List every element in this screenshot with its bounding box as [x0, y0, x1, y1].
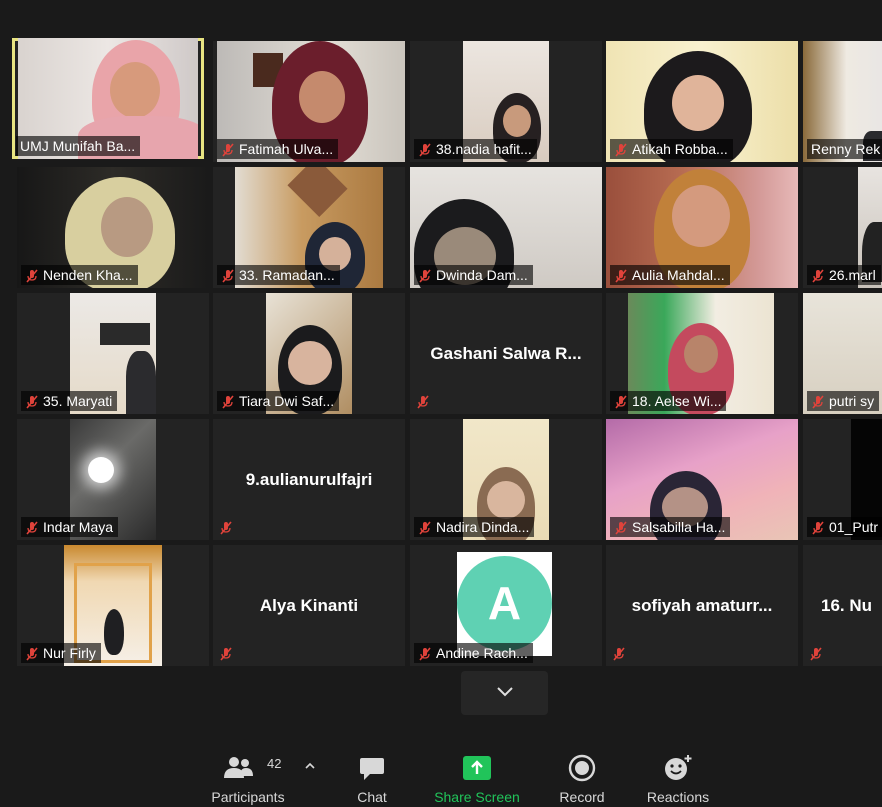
- participant-tile[interactable]: 16. Nu: [803, 545, 882, 666]
- muted-mic-icon: [614, 142, 628, 157]
- muted-mic-icon: [221, 394, 235, 409]
- participant-tile[interactable]: 9.aulianurulfajri: [213, 419, 405, 540]
- participant-tile[interactable]: Fatimah Ulva...: [213, 41, 405, 162]
- muted-mic-icon: [418, 646, 432, 661]
- participant-name: Indar Maya: [21, 517, 119, 537]
- muted-mic-icon: [418, 520, 432, 535]
- participant-name: 35. Maryati: [21, 391, 118, 411]
- participant-tile[interactable]: Dwinda Dam...: [410, 167, 602, 288]
- muted-mic-icon: [219, 647, 233, 661]
- participant-name: 16. Nu: [821, 595, 873, 615]
- muted-mic-icon: [614, 520, 628, 535]
- chat-icon: [360, 758, 384, 780]
- video-gallery: UMJ Munifah Ba... Fatimah Ulva... 38.nad…: [0, 0, 882, 740]
- participant-name: Renny Rek: [807, 139, 882, 159]
- participant-name: Alya Kinanti: [259, 595, 359, 615]
- participant-tile[interactable]: Salsabilla Ha...: [606, 419, 798, 540]
- participant-tile[interactable]: Nur Firly: [17, 545, 209, 666]
- participant-tile[interactable]: A Andine Rach...: [410, 545, 602, 666]
- muted-mic-icon: [418, 142, 432, 157]
- participant-name: 26.marl: [807, 265, 881, 285]
- muted-mic-icon: [25, 394, 39, 409]
- participant-name: Andine Rach...: [414, 643, 533, 663]
- muted-mic-icon: [614, 394, 628, 409]
- participant-name: Gashani Salwa R...: [430, 343, 582, 363]
- participant-name: Nur Firly: [21, 643, 101, 663]
- participants-label: Participants: [211, 789, 285, 805]
- muted-mic-icon: [221, 142, 235, 157]
- muted-mic-icon: [418, 268, 432, 283]
- participant-name: 33. Ramadan...: [217, 265, 340, 285]
- muted-mic-icon: [416, 395, 430, 409]
- muted-mic-icon: [25, 520, 39, 535]
- chevron-up-icon: [305, 762, 315, 769]
- participant-tile[interactable]: Renny Rek: [803, 41, 882, 162]
- participant-name: Nadira Dinda...: [414, 517, 535, 537]
- participant-name: 38.nadia hafit...: [414, 139, 537, 159]
- share-screen-icon: [463, 756, 491, 780]
- participant-tile[interactable]: 18. Aelse Wi...: [606, 293, 798, 414]
- participant-tile[interactable]: UMJ Munifah Ba...: [12, 38, 204, 159]
- muted-mic-icon: [811, 394, 825, 409]
- participant-name: 18. Aelse Wi...: [610, 391, 727, 411]
- participant-tile[interactable]: 35. Maryati: [17, 293, 209, 414]
- participant-name: Atikah Robba...: [610, 139, 733, 159]
- muted-mic-icon: [221, 268, 235, 283]
- participant-name: Nenden Kha...: [21, 265, 138, 285]
- participants-icon: [223, 757, 253, 778]
- participant-tile[interactable]: putri sy: [803, 293, 882, 414]
- muted-mic-icon: [811, 268, 825, 283]
- chat-label: Chat: [357, 789, 387, 805]
- participant-tile[interactable]: Indar Maya: [17, 419, 209, 540]
- meeting-toolbar: 42 Participants Chat Share Screen Record…: [0, 740, 882, 807]
- participant-tile[interactable]: sofiyah amaturr...: [606, 545, 798, 666]
- muted-mic-icon: [809, 647, 823, 661]
- participant-tile[interactable]: Gashani Salwa R...: [410, 293, 602, 414]
- participant-name: UMJ Munifah Ba...: [16, 136, 141, 156]
- participant-tile[interactable]: 26.marl: [803, 167, 882, 288]
- participant-tile[interactable]: 01_Putr: [803, 419, 882, 540]
- scroll-down-button[interactable]: [461, 671, 548, 715]
- participant-tile[interactable]: Nenden Kha...: [17, 167, 209, 288]
- participant-name: 9.aulianurulfajri: [245, 469, 373, 489]
- reactions-icon: [665, 755, 692, 780]
- participant-name: 01_Putr: [807, 517, 882, 537]
- avatar: A: [457, 552, 552, 656]
- muted-mic-icon: [612, 647, 626, 661]
- participant-tile[interactable]: Tiara Dwi Saf...: [213, 293, 405, 414]
- record-icon: [568, 754, 596, 782]
- muted-mic-icon: [811, 520, 825, 535]
- participant-tile[interactable]: Nadira Dinda...: [410, 419, 602, 540]
- participant-name: Tiara Dwi Saf...: [217, 391, 340, 411]
- participant-name: putri sy: [807, 391, 880, 411]
- muted-mic-icon: [219, 521, 233, 535]
- participant-tile[interactable]: 33. Ramadan...: [213, 167, 405, 288]
- participant-tile[interactable]: 38.nadia hafit...: [410, 41, 602, 162]
- participant-name: Aulia Mahdal...: [610, 265, 730, 285]
- muted-mic-icon: [25, 268, 39, 283]
- participant-name: sofiyah amaturr...: [631, 595, 773, 615]
- participant-tile[interactable]: Alya Kinanti: [213, 545, 405, 666]
- participant-name: Dwinda Dam...: [414, 265, 533, 285]
- participant-tile[interactable]: Aulia Mahdal...: [606, 167, 798, 288]
- participant-count: 42: [267, 756, 282, 771]
- share-screen-label: Share Screen: [434, 789, 520, 805]
- avatar-initial: A: [457, 556, 552, 651]
- muted-mic-icon: [614, 268, 628, 283]
- muted-mic-icon: [25, 646, 39, 661]
- participant-name: Salsabilla Ha...: [610, 517, 731, 537]
- record-label: Record: [559, 789, 605, 805]
- reactions-label: Reactions: [646, 789, 710, 805]
- participant-name: Fatimah Ulva...: [217, 139, 339, 159]
- participant-tile[interactable]: Atikah Robba...: [606, 41, 798, 162]
- chevron-down-icon: [496, 685, 514, 703]
